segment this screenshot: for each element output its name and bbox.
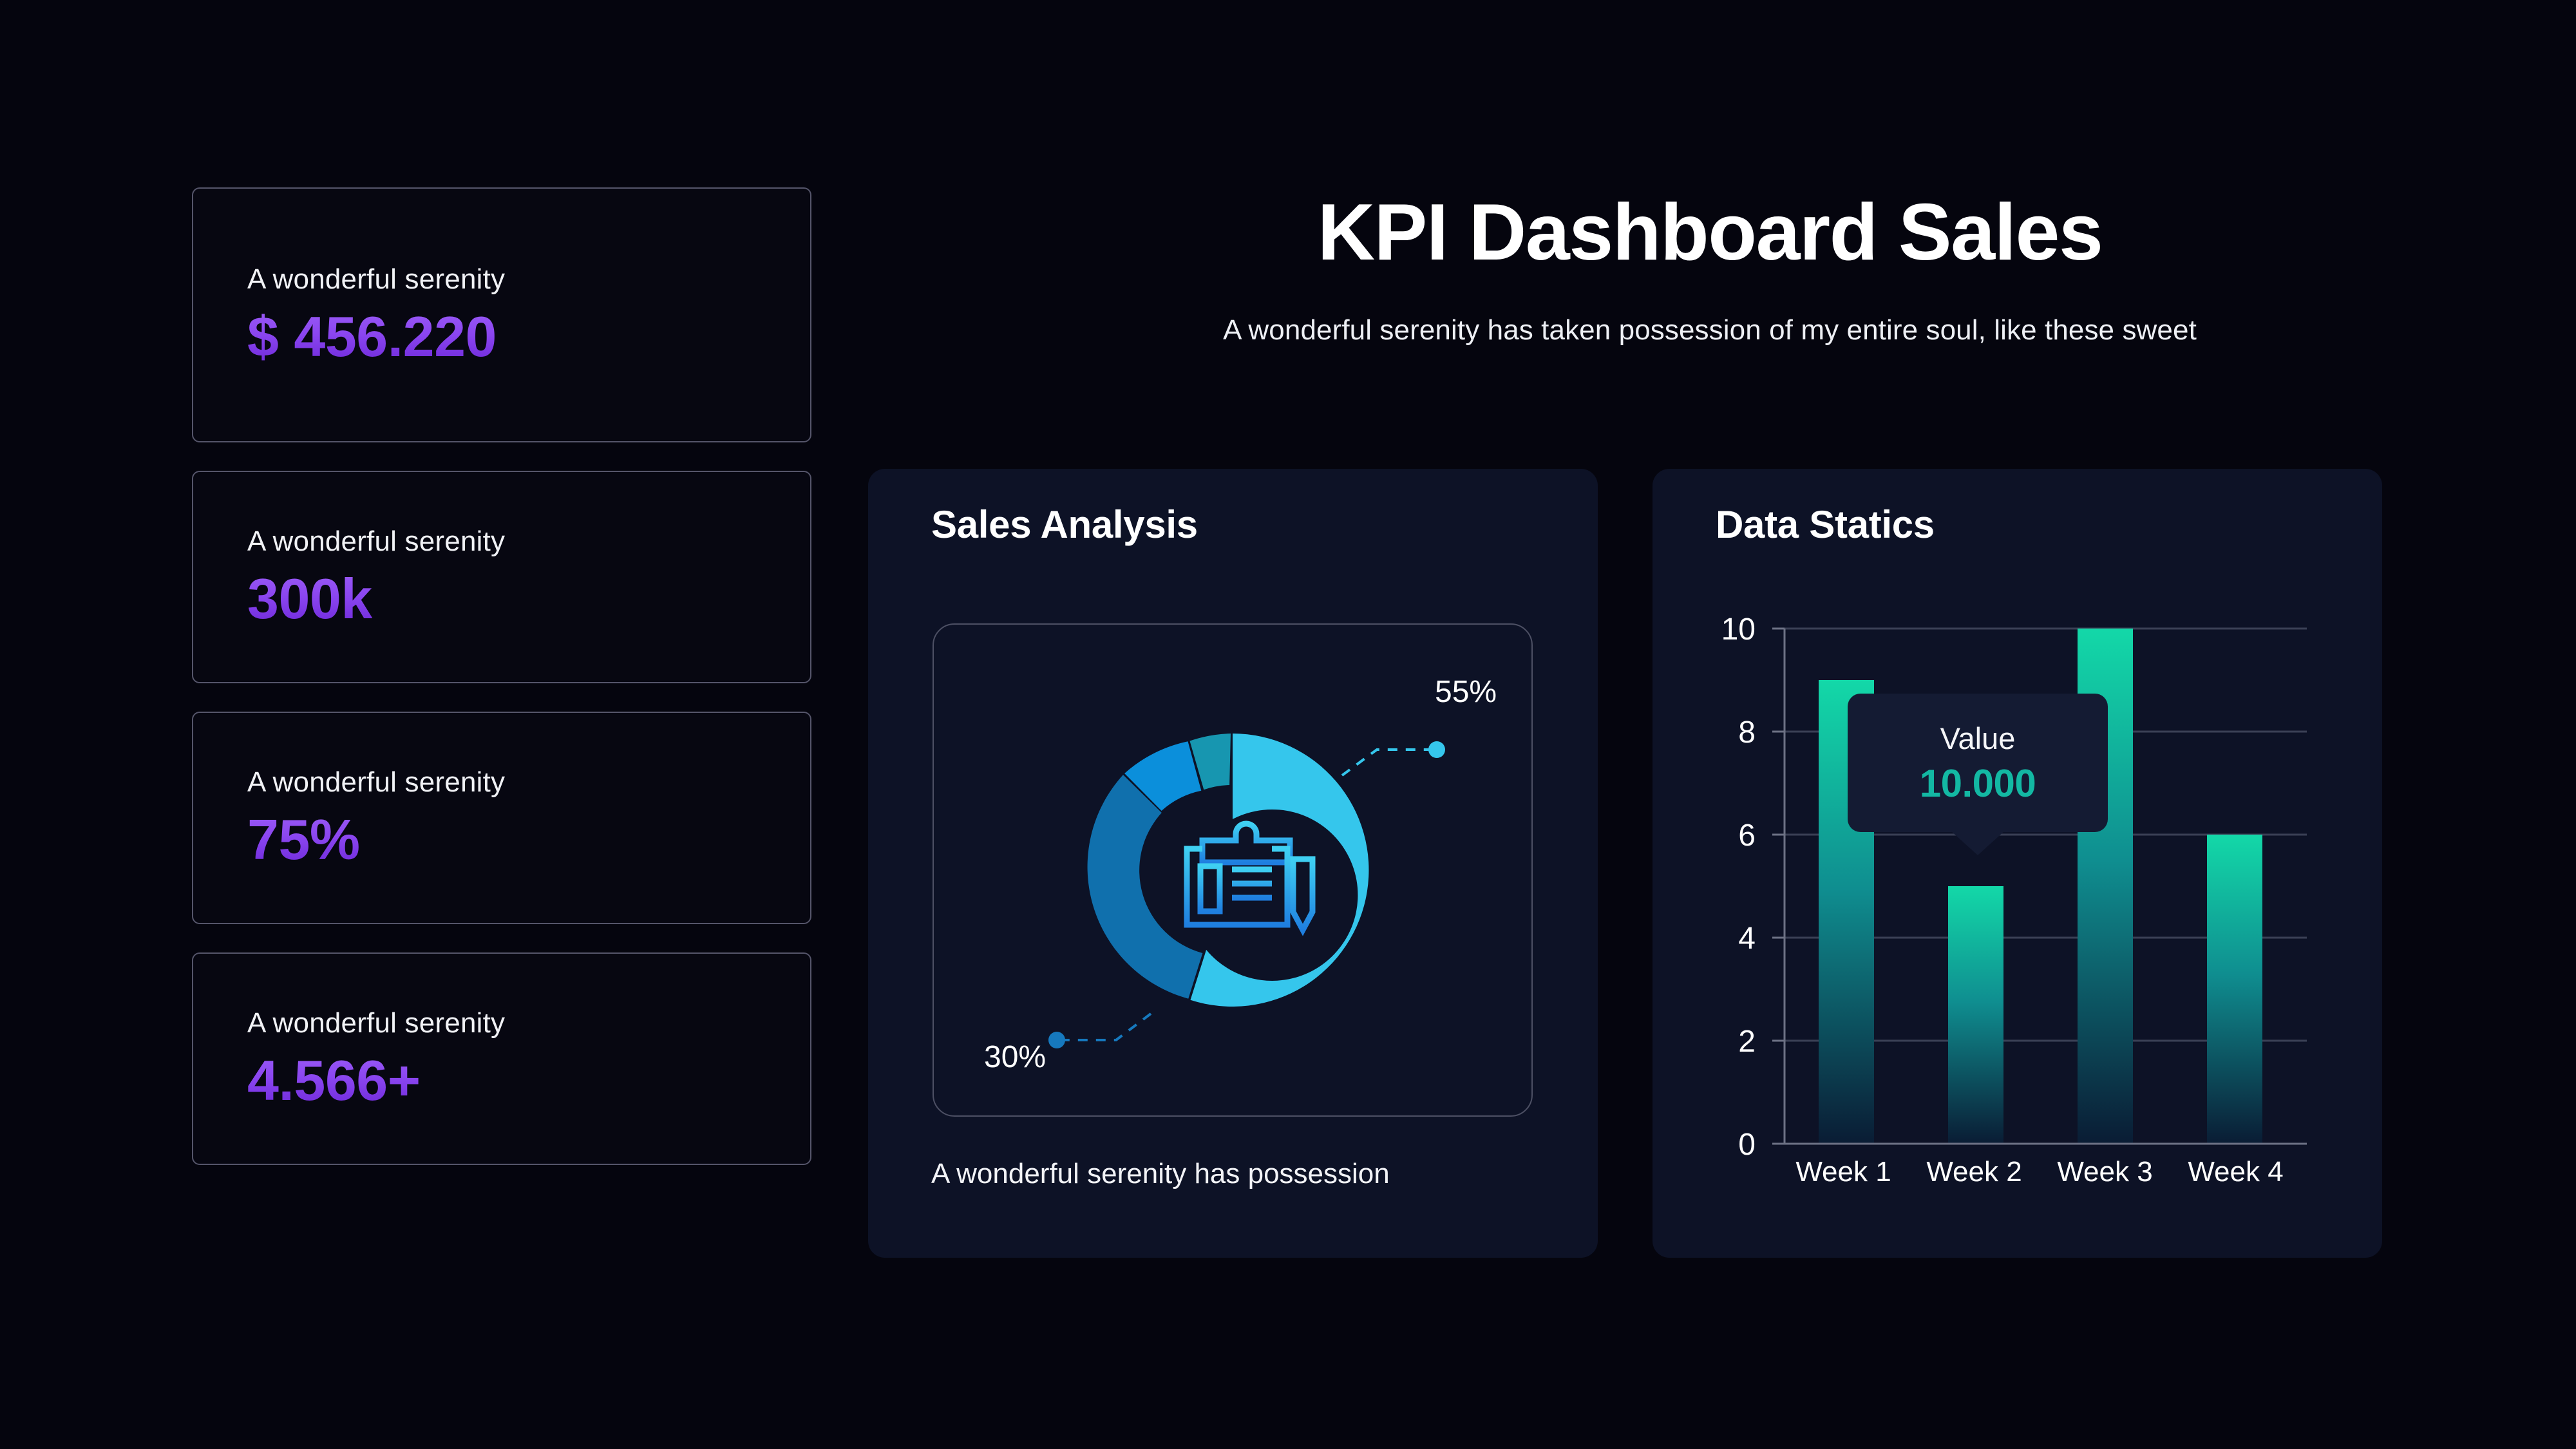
y-tick-2: 2 bbox=[1738, 1025, 1756, 1059]
bar-x-label-week-4: Week 4 bbox=[2188, 1156, 2284, 1188]
bar-x-label-week-2: Week 2 bbox=[1926, 1156, 2022, 1188]
sales-panel-caption: A wonderful serenity has possession bbox=[931, 1158, 1390, 1189]
kpi-label: A wonderful serenity bbox=[247, 766, 506, 798]
kpi-card-revenue[interactable]: A wonderful serenity $ 456.220 bbox=[192, 187, 811, 442]
y-tick-8: 8 bbox=[1738, 715, 1756, 750]
kpi-value: 75% bbox=[247, 807, 360, 871]
leader-line-30 bbox=[1059, 1012, 1152, 1041]
kpi-label: A wonderful serenity bbox=[247, 263, 506, 295]
page-subtitle: A wonderful serenity has taken possessio… bbox=[1223, 314, 2197, 346]
page-title: KPI Dashboard Sales bbox=[1317, 188, 2103, 277]
tooltip-value: 10.000 bbox=[1919, 761, 2036, 805]
bar-x-tick-labels: Week 1 Week 2 Week 3 Week 4 bbox=[1778, 1156, 2301, 1188]
clipboard-pencil-icon bbox=[1184, 820, 1316, 936]
kpi-value: $ 456.220 bbox=[247, 304, 497, 368]
bar-week-4[interactable] bbox=[2207, 835, 2262, 1144]
page-header: KPI Dashboard Sales A wonderful serenity… bbox=[1030, 191, 2389, 346]
kpi-card-list: A wonderful serenity $ 456.220 A wonderf… bbox=[192, 187, 811, 1165]
bar-y-axis bbox=[1772, 627, 1786, 1145]
kpi-label: A wonderful serenity bbox=[247, 525, 506, 557]
y-tick-6: 6 bbox=[1738, 819, 1756, 853]
tooltip-pointer bbox=[1951, 831, 2005, 855]
kpi-value: 4.566+ bbox=[247, 1048, 421, 1112]
kpi-label: A wonderful serenity bbox=[247, 1007, 506, 1039]
kpi-card-count[interactable]: A wonderful serenity 4.566+ bbox=[192, 952, 811, 1165]
y-tick-4: 4 bbox=[1738, 922, 1756, 956]
leader-dot-30 bbox=[1048, 1032, 1065, 1048]
kpi-card-volume[interactable]: A wonderful serenity 300k bbox=[192, 471, 811, 683]
sales-panel-title: Sales Analysis bbox=[931, 503, 1198, 546]
callout-55 bbox=[1341, 741, 1445, 777]
stats-panel-title: Data Statics bbox=[1716, 503, 1935, 546]
y-tick-10: 10 bbox=[1721, 612, 1756, 647]
leader-dot-55 bbox=[1428, 741, 1445, 758]
bar-week-2[interactable] bbox=[1948, 886, 2003, 1144]
bar-tooltip: Value 10.000 bbox=[1848, 694, 2108, 855]
donut-callout-label-30: 30% bbox=[984, 1040, 1046, 1074]
kpi-value: 300k bbox=[247, 566, 372, 630]
kpi-card-percentage[interactable]: A wonderful serenity 75% bbox=[192, 712, 811, 924]
y-tick-0: 0 bbox=[1738, 1128, 1756, 1162]
tooltip-label: Value bbox=[1940, 721, 2016, 755]
bar-x-label-week-3: Week 3 bbox=[2057, 1156, 2153, 1188]
leader-line-55 bbox=[1341, 748, 1435, 777]
bar-y-tick-labels: 10 8 6 4 2 0 bbox=[1721, 612, 1756, 1162]
callout-30 bbox=[1048, 1012, 1152, 1048]
donut-callout-label-55: 55% bbox=[1435, 675, 1497, 709]
donut-segments bbox=[1087, 734, 1369, 1007]
bar-chart[interactable]: 10 8 6 4 2 0 bbox=[1653, 580, 2382, 1172]
bar-x-label-week-1: Week 1 bbox=[1795, 1156, 1891, 1188]
dashboard-root: A wonderful serenity $ 456.220 A wonderf… bbox=[0, 0, 2576, 1449]
